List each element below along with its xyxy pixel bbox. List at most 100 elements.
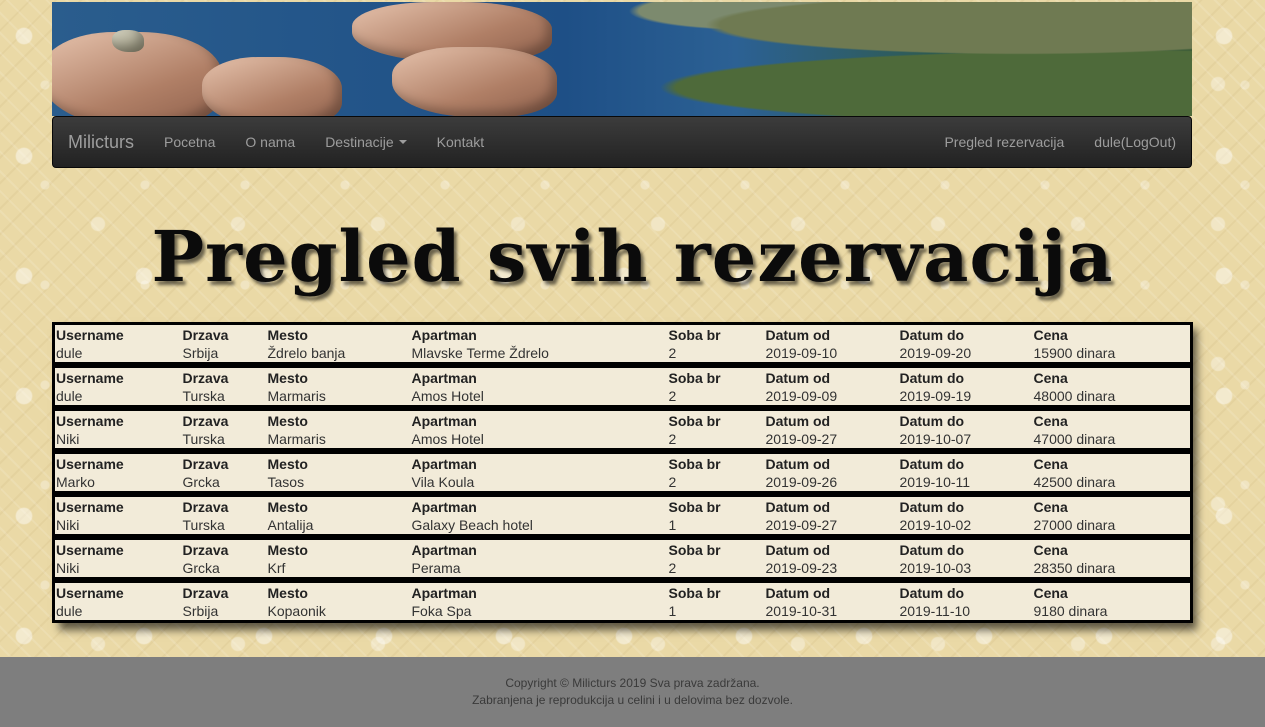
column-header: Cena [1033, 413, 1068, 430]
table-row: dule Srbija Ždrelo banja Mlavske Terme Ždre… [54, 344, 1192, 364]
column-header: Datum do [899, 499, 965, 516]
table-cell: Krf [267, 559, 286, 576]
column-header: Soba br [668, 413, 721, 430]
column-header: Username [56, 370, 124, 387]
column-header: Username [56, 413, 124, 430]
column-header: Apartman [411, 327, 477, 344]
footer-copyright: Copyright © Milicturs 2019 Sva prava zad… [505, 676, 760, 690]
table-cell: Ždrelo banja [267, 344, 346, 361]
table-cell: Niki [56, 516, 80, 533]
column-header: Drzava [182, 370, 229, 387]
table-cell: dule [56, 344, 83, 361]
column-header: Datum do [899, 542, 965, 559]
column-header: Datum do [899, 456, 965, 473]
navbar: Milicturs Pocetna O nama Destinacije Kon… [52, 116, 1192, 168]
table-row: Niki Grcka Krf Perama 2 2019-09-23 2019-10-03 2… [54, 559, 1192, 579]
table-cell: Vila Koula [411, 473, 475, 490]
column-header: Username [56, 456, 124, 473]
column-header: Datum do [899, 585, 965, 602]
column-header: Datum od [765, 327, 831, 344]
table-cell: Srbija [182, 344, 219, 361]
column-header: Cena [1033, 585, 1068, 602]
table-cell: 27000 dinara [1033, 516, 1116, 533]
table-cell: Niki [56, 559, 80, 576]
column-header: Apartman [411, 542, 477, 559]
table-cell: 2019-09-23 [765, 559, 838, 576]
page-title: Pregled svih rezervacija [151, 215, 1114, 298]
table-row: dule Turska Marmaris Amos Hotel 2 2019-09-09 2… [54, 387, 1192, 407]
header-banner-image [52, 2, 1192, 116]
column-header: Mesto [267, 542, 308, 559]
table-cell: 2 [668, 473, 677, 490]
nav-item-pregled-rezervacija[interactable]: Pregled rezervacija [929, 117, 1079, 167]
column-header: Mesto [267, 499, 308, 516]
table-header-row: Username Drzava Mesto Apartman Soba br Datum … [54, 496, 1192, 516]
reservations-list: Username Drzava Mesto Apartman Soba br Datum … [52, 322, 1193, 623]
table-cell: 2 [668, 430, 677, 447]
column-header: Datum od [765, 456, 831, 473]
nav-menu: Pocetna O nama Destinacije Kontakt [149, 117, 499, 167]
table-cell: 2019-11-10 [899, 602, 971, 619]
table-cell: 2019-09-27 [765, 516, 838, 533]
table-cell: dule [56, 387, 83, 404]
table-cell: 2 [668, 559, 677, 576]
column-header: Apartman [411, 499, 477, 516]
column-header: Cena [1033, 370, 1068, 387]
logout-link[interactable]: dule(LogOut) [1079, 117, 1191, 167]
column-header: Datum od [765, 499, 831, 516]
table-cell: 28350 dinara [1033, 559, 1116, 576]
column-header: Apartman [411, 413, 477, 430]
reservation-table: Username Drzava Mesto Apartman Soba br Datum … [52, 365, 1193, 408]
table-cell: 2019-09-26 [765, 473, 838, 490]
table-cell: 47000 dinara [1033, 430, 1116, 447]
column-header: Soba br [668, 499, 721, 516]
nav-item-destinacije-label: Destinacije [325, 134, 394, 150]
table-cell: 42500 dinara [1033, 473, 1116, 490]
column-header: Datum od [765, 413, 831, 430]
table-cell: Grcka [182, 559, 220, 576]
table-cell: Turska [182, 516, 225, 533]
nav-item-o-nama[interactable]: O nama [230, 117, 310, 167]
table-cell: 2019-10-07 [899, 430, 972, 447]
table-row: Marko Grcka Tasos Vila Koula 2 2019-09-26 2019… [54, 473, 1192, 493]
reservation-table: Username Drzava Mesto Apartman Soba br Datum … [52, 408, 1193, 451]
column-header: Mesto [267, 327, 308, 344]
column-header: Username [56, 542, 124, 559]
table-cell: Kopaonik [267, 602, 326, 619]
table-cell: 2019-10-03 [899, 559, 972, 576]
column-header: Soba br [668, 370, 721, 387]
table-cell: 2019-10-31 [765, 602, 838, 619]
table-header-row: Username Drzava Mesto Apartman Soba br Datum … [54, 453, 1192, 473]
table-cell: 2019-10-02 [899, 516, 972, 533]
brand-link[interactable]: Milicturs [53, 117, 149, 167]
table-row: Niki Turska Antalija Galaxy Beach hotel 1 201… [54, 516, 1192, 536]
table-cell: Tasos [267, 473, 305, 490]
column-header: Username [56, 585, 124, 602]
table-header-row: Username Drzava Mesto Apartman Soba br Datum … [54, 410, 1192, 430]
column-header: Soba br [668, 327, 721, 344]
column-header: Drzava [182, 413, 229, 430]
table-cell: Marmaris [267, 387, 326, 404]
column-header: Datum od [765, 542, 831, 559]
column-header: Drzava [182, 542, 229, 559]
table-cell: 2019-10-11 [899, 473, 971, 490]
table-cell: Antalija [267, 516, 314, 533]
column-header: Cena [1033, 327, 1068, 344]
column-header: Apartman [411, 370, 477, 387]
table-cell: 2019-09-19 [899, 387, 972, 404]
table-cell: Perama [411, 559, 461, 576]
column-header: Cena [1033, 542, 1068, 559]
table-row: Niki Turska Marmaris Amos Hotel 2 2019-09-27 2… [54, 430, 1192, 450]
nav-item-destinacije-dropdown[interactable]: Destinacije [310, 117, 421, 167]
column-header: Drzava [182, 327, 229, 344]
table-cell: Niki [56, 430, 80, 447]
footer: Copyright © Milicturs 2019 Sva prava zad… [0, 657, 1265, 727]
table-cell: Turska [182, 430, 225, 447]
nav-item-pocetna[interactable]: Pocetna [149, 117, 230, 167]
nav-item-kontakt[interactable]: Kontakt [422, 117, 499, 167]
column-header: Mesto [267, 413, 308, 430]
table-cell: Marmaris [267, 430, 326, 447]
table-cell: Amos Hotel [411, 430, 484, 447]
column-header: Username [56, 499, 124, 516]
table-cell: Amos Hotel [411, 387, 484, 404]
